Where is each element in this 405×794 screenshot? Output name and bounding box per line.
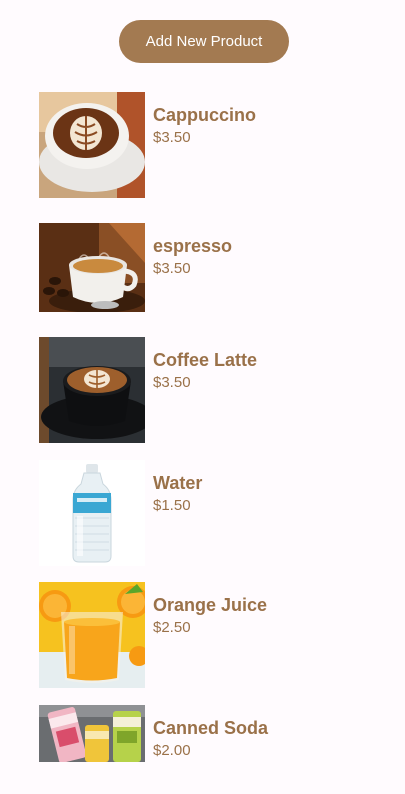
product-price: $3.50: [153, 260, 191, 277]
cappuccino-image: [39, 92, 145, 198]
product-price: $3.50: [153, 129, 191, 146]
water-bottle-image: [39, 460, 145, 566]
product-price: $3.50: [153, 374, 191, 391]
product-item-coffee-latte[interactable]: Coffee Latte $3.50: [39, 337, 379, 443]
product-price: $2.00: [153, 742, 191, 759]
coffee-latte-image: [39, 337, 145, 443]
product-item-espresso[interactable]: espresso $3.50: [39, 223, 379, 312]
canned-soda-image: [39, 705, 145, 762]
product-price: $2.50: [153, 619, 191, 636]
orange-juice-image: [39, 582, 145, 688]
product-price: $1.50: [153, 497, 191, 514]
product-item-cappuccino[interactable]: Cappuccino $3.50: [39, 92, 379, 198]
product-name: Canned Soda: [153, 718, 269, 738]
espresso-image: [39, 223, 145, 312]
product-item-canned-soda[interactable]: Canned Soda $2.00: [39, 705, 379, 762]
product-name: Orange Juice: [153, 595, 268, 615]
product-name: espresso: [153, 236, 233, 256]
product-name: Coffee Latte: [153, 350, 258, 370]
product-name: Water: [153, 473, 203, 493]
product-item-water[interactable]: Water $1.50: [39, 460, 379, 566]
product-list: Cappuccino $3.50 espresso $3.50 Coffee L…: [0, 0, 405, 794]
product-name: Cappuccino: [153, 105, 257, 125]
product-item-orange-juice[interactable]: Orange Juice $2.50: [39, 582, 379, 688]
